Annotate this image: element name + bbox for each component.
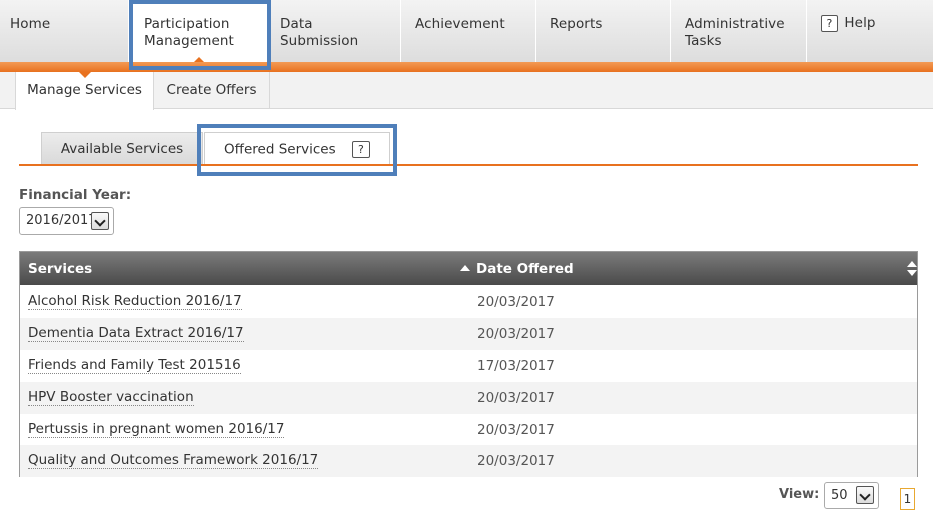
nav-reports[interactable]: Reports [536, 0, 671, 62]
table-row: Quality and Outcomes Framework 2016/17 2… [20, 445, 917, 477]
column-header-services[interactable]: Services [28, 261, 92, 277]
offered-services-help-icon[interactable]: ? [351, 141, 370, 158]
sort-toggle-icon[interactable] [907, 261, 917, 277]
nav-participation-label-line1: Participation [144, 16, 230, 32]
nav-help-label: Help [844, 15, 876, 31]
page-size-value: 50 [831, 488, 848, 503]
tab-offered-services[interactable]: Offered Services ? [204, 132, 390, 166]
nav-administrative-tasks[interactable]: Administrative Tasks [671, 0, 807, 62]
nav-data-submission[interactable]: Data Submission [270, 0, 401, 62]
nav-help[interactable]: ? Help [807, 0, 933, 62]
table-row: Friends and Family Test 201516 17/03/201… [20, 350, 917, 382]
table-header: Services Date Offered [20, 252, 917, 285]
date-offered-cell: 20/03/2017 [477, 453, 555, 469]
date-offered-cell: 20/03/2017 [477, 422, 555, 438]
services-table: Services Date Offered Alcohol Risk Reduc… [19, 251, 918, 477]
nav-accent-bar [0, 62, 933, 72]
financial-year-value: 2016/2017 [26, 213, 97, 228]
tabs-underline [19, 164, 918, 166]
nav-data-submission-label: Data Submission [280, 16, 359, 49]
table-row: Alcohol Risk Reduction 2016/17 20/03/201… [20, 286, 917, 318]
nav-participation-management[interactable]: Participation Management [129, 0, 270, 63]
nav-admin-label-line2: Tasks [685, 33, 722, 49]
table-row: Pertussis in pregnant women 2016/17 20/0… [20, 414, 917, 446]
nav-admin-label-line1: Administrative [685, 16, 785, 32]
nav-achievement[interactable]: Achievement [401, 0, 536, 62]
nav-reports-label: Reports [550, 16, 603, 32]
table-row: Dementia Data Extract 2016/17 20/03/2017 [20, 318, 917, 350]
service-link[interactable]: Quality and Outcomes Framework 2016/17 [28, 453, 319, 469]
date-offered-cell: 17/03/2017 [477, 358, 555, 374]
chevron-down-icon [91, 212, 109, 230]
column-header-date-offered-label: Date Offered [476, 261, 574, 277]
page-size-select[interactable]: 50 [824, 482, 879, 509]
view-label: View: [779, 487, 820, 502]
date-offered-cell: 20/03/2017 [477, 390, 555, 406]
subtab-create-offers[interactable]: Create Offers [154, 72, 270, 109]
column-header-date-offered[interactable]: Date Offered [460, 261, 574, 277]
help-icon: ? [821, 15, 838, 32]
subtab-create-offers-label: Create Offers [166, 82, 257, 98]
sub-navigation: Manage Services Create Offers [0, 72, 933, 110]
sort-ascending-icon [460, 265, 470, 271]
tab-offered-services-label: Offered Services [224, 141, 336, 158]
nav-achievement-label: Achievement [415, 16, 505, 32]
main-navigation: Home Participation Management Data Submi… [0, 0, 933, 63]
service-link[interactable]: Friends and Family Test 201516 [28, 358, 241, 374]
service-link[interactable]: Dementia Data Extract 2016/17 [28, 326, 244, 342]
service-link[interactable]: Pertussis in pregnant women 2016/17 [28, 422, 285, 438]
date-offered-cell: 20/03/2017 [477, 294, 555, 310]
subtab-manage-services-label: Manage Services [27, 82, 142, 98]
financial-year-select[interactable]: 2016/2017 [19, 207, 114, 235]
table-row: HPV Booster vaccination 20/03/2017 [20, 382, 917, 414]
nav-participation-label-line2: Management [144, 33, 234, 49]
tab-available-services-label: Available Services [60, 141, 184, 157]
date-offered-cell: 20/03/2017 [477, 326, 555, 342]
nav-home-label: Home [10, 16, 51, 32]
tab-available-services[interactable]: Available Services [41, 132, 203, 165]
service-link[interactable]: HPV Booster vaccination [28, 390, 194, 406]
nav-home[interactable]: Home [0, 0, 129, 62]
page-number-1[interactable]: 1 [900, 488, 915, 510]
service-link[interactable]: Alcohol Risk Reduction 2016/17 [28, 294, 242, 310]
chevron-down-icon [856, 486, 874, 504]
financial-year-label: Financial Year: [19, 187, 132, 203]
subtab-manage-services[interactable]: Manage Services [15, 72, 154, 110]
